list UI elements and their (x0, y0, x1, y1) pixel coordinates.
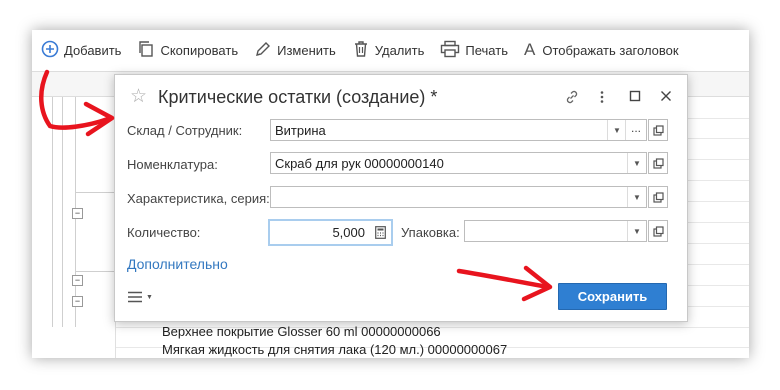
print-button[interactable]: Печать (440, 40, 508, 61)
edit-label: Изменить (277, 42, 336, 58)
list-item[interactable]: Верхнее покрытие Glosser 60 ml 000000000… (162, 324, 441, 339)
warehouse-value: Витрина (275, 123, 326, 138)
show-title-label: Отображать заголовок (542, 42, 679, 58)
open-icon (652, 157, 664, 169)
link-icon[interactable] (564, 89, 580, 108)
characteristic-field[interactable]: ▼ (270, 186, 647, 208)
quantity-field[interactable]: 5,000 (268, 219, 393, 246)
trash-icon (352, 40, 375, 61)
warehouse-label: Склад / Сотрудник: (127, 123, 243, 138)
more-vertical-icon[interactable] (599, 89, 605, 108)
chevron-down-icon[interactable]: ▼ (627, 153, 646, 173)
select-dots-button[interactable]: ... (625, 120, 646, 140)
critical-stock-dialog: ☆ Критические остатки (создание) * Склад… (114, 74, 688, 322)
delete-button[interactable]: Удалить (352, 40, 425, 61)
item-label: Номенклатура: (127, 157, 218, 172)
edit-button[interactable]: Изменить (254, 40, 336, 61)
add-button[interactable]: Добавить (41, 40, 121, 61)
list-item[interactable]: Мягкая жидкость для снятия лака (120 мл.… (162, 342, 507, 357)
item-value: Скраб для рук 00000000140 (275, 156, 444, 171)
tree-collapse-toggle[interactable]: − (72, 275, 83, 286)
tree-line (62, 97, 63, 327)
copy-label: Скопировать (160, 42, 239, 58)
open-icon (652, 124, 664, 136)
dialog-title: Критические остатки (создание) * (158, 87, 438, 107)
more-link[interactable]: Дополнительно (127, 256, 228, 272)
tree-line (52, 97, 53, 327)
hamburger-icon (128, 291, 142, 303)
chevron-down-icon[interactable]: ▼ (607, 120, 626, 140)
chevron-down-icon: ▼ (146, 293, 153, 301)
chevron-down-icon[interactable]: ▼ (627, 221, 646, 241)
characteristic-label: Характеристика, серия: (127, 191, 270, 206)
plus-circle-icon (41, 40, 64, 61)
warehouse-field[interactable]: Витрина ▼ ... (270, 119, 647, 141)
chevron-down-icon[interactable]: ▼ (627, 187, 646, 207)
copy-icon (137, 40, 160, 61)
maximize-icon[interactable] (629, 90, 641, 105)
open-package-button[interactable] (648, 220, 668, 242)
package-field[interactable]: ▼ (464, 220, 647, 242)
quantity-value: 5,000 (332, 225, 365, 240)
add-label: Добавить (64, 42, 122, 58)
close-icon[interactable] (660, 90, 672, 105)
open-icon (652, 225, 664, 237)
quantity-label: Количество: (127, 225, 201, 240)
toolbar: Добавить Скопировать Изменить Удалить Пе… (32, 30, 749, 70)
open-warehouse-button[interactable] (648, 119, 668, 141)
open-characteristic-button[interactable] (648, 186, 668, 208)
menu-button[interactable]: ▼ (128, 291, 153, 303)
print-label: Печать (465, 42, 508, 58)
font-icon: A (523, 40, 536, 59)
package-label: Упаковка: (401, 225, 460, 240)
tree-collapse-toggle[interactable]: − (72, 296, 83, 307)
pencil-icon (254, 40, 277, 61)
open-icon (652, 191, 664, 203)
copy-button[interactable]: Скопировать (137, 40, 238, 61)
open-item-button[interactable] (648, 152, 668, 174)
save-button[interactable]: Сохранить (558, 283, 667, 310)
tree-collapse-toggle[interactable]: − (72, 208, 83, 219)
item-field[interactable]: Скраб для рук 00000000140 ▼ (270, 152, 647, 174)
delete-label: Удалить (374, 42, 425, 58)
calculator-icon[interactable] (375, 226, 386, 242)
printer-icon (440, 40, 465, 61)
show-title-button[interactable]: A Отображать заголовок (524, 40, 679, 60)
star-icon[interactable]: ☆ (130, 87, 147, 107)
